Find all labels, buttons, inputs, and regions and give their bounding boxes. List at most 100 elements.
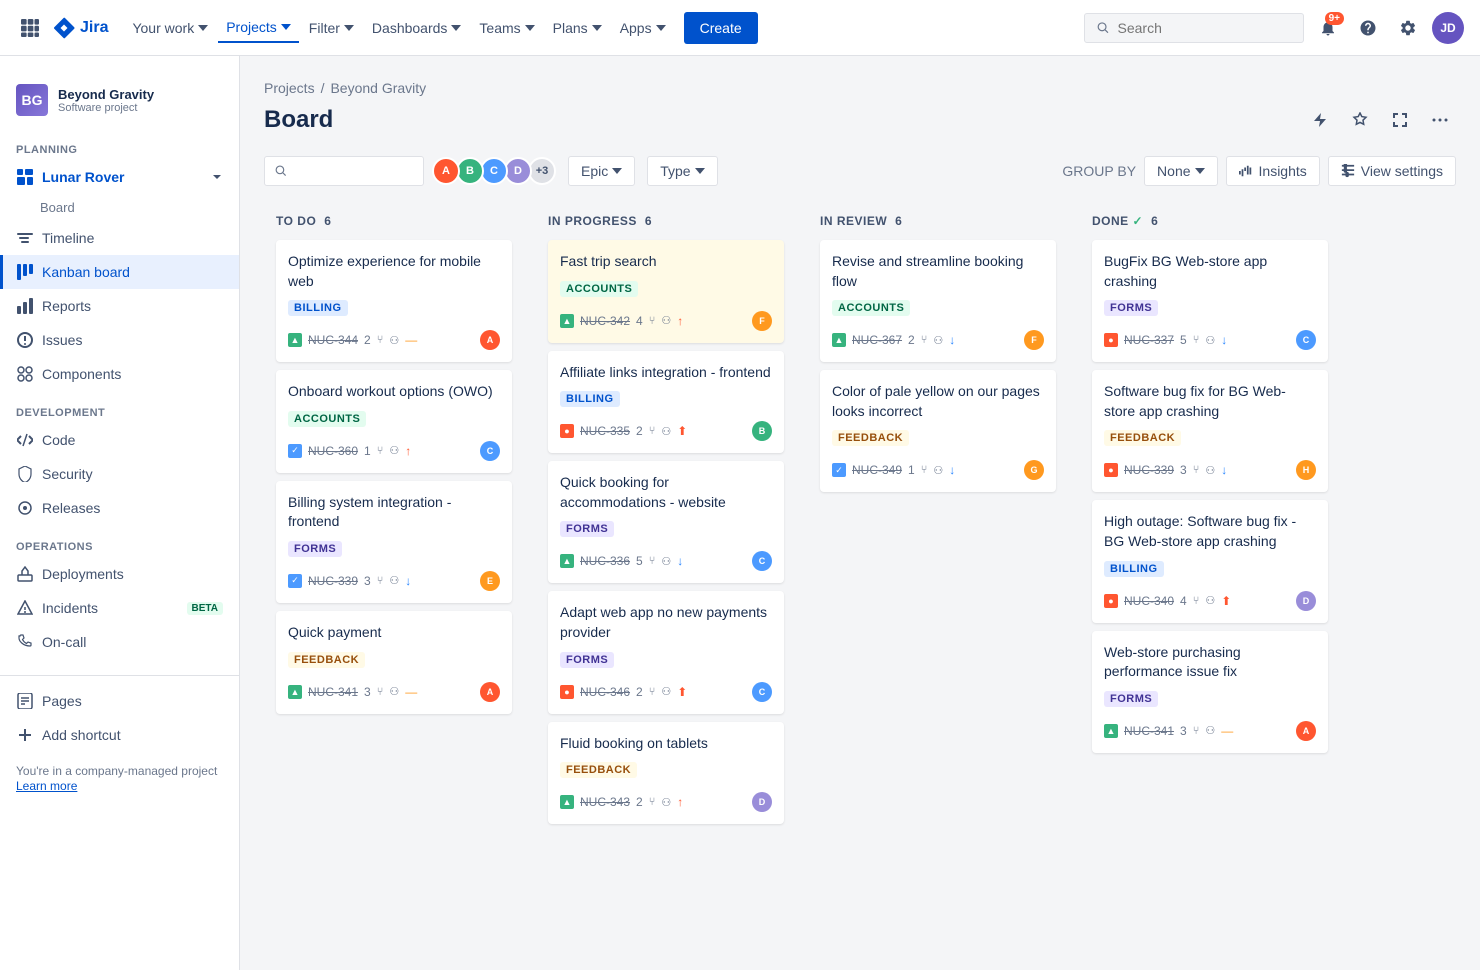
star-button[interactable]: [1344, 104, 1376, 136]
learn-more-link[interactable]: Learn more: [16, 779, 77, 793]
people-icon: ⚇: [661, 685, 671, 698]
branch-icon: ⑂: [377, 686, 384, 698]
insights-button[interactable]: Insights: [1226, 156, 1320, 186]
sidebar-project[interactable]: BG Beyond Gravity Software project: [0, 72, 239, 128]
people-icon: ⚇: [1205, 594, 1215, 607]
column-count-3: 6: [1151, 214, 1158, 228]
card-avatar: D: [752, 792, 772, 812]
nav-apps[interactable]: Apps: [612, 14, 674, 42]
type-button[interactable]: Type: [647, 156, 717, 186]
create-button[interactable]: Create: [684, 12, 758, 44]
card-3-1[interactable]: Software bug fix for BG Web-store app cr…: [1092, 370, 1328, 492]
card-0-3[interactable]: Quick payment FEEDBACK ▲ NUC-341 3 ⑂ ⚇ —…: [276, 611, 512, 714]
breadcrumb-beyond-gravity[interactable]: Beyond Gravity: [330, 80, 426, 96]
nav-plans[interactable]: Plans: [545, 14, 610, 42]
nav-dashboards[interactable]: Dashboards: [364, 14, 470, 42]
sidebar-incidents[interactable]: Incidents BETA: [0, 591, 239, 625]
sidebar-issues[interactable]: Issues: [0, 323, 239, 357]
sidebar-lunar-rover[interactable]: Lunar Rover: [0, 160, 239, 194]
help-button[interactable]: [1352, 12, 1384, 44]
card-issue-id: NUC-341: [308, 685, 358, 699]
card-0-2[interactable]: Billing system integration - frontend FO…: [276, 481, 512, 603]
sidebar-kanban[interactable]: Kanban board: [0, 255, 239, 289]
development-label: DEVELOPMENT: [0, 391, 239, 423]
avatar-3[interactable]: C: [480, 157, 508, 185]
card-1-2[interactable]: Quick booking for accommodations - websi…: [548, 461, 784, 583]
avatar-2[interactable]: B: [456, 157, 484, 185]
sidebar-timeline[interactable]: Timeline: [0, 221, 239, 255]
card-issue-id: NUC-360: [308, 444, 358, 458]
more-options-button[interactable]: [1424, 104, 1456, 136]
branch-icon: ⑂: [921, 464, 928, 476]
card-1-3[interactable]: Adapt web app no new payments provider F…: [548, 591, 784, 713]
toolbar-right: GROUP BY None Insights View settings: [1062, 156, 1456, 186]
card-footer: ▲ NUC-343 2 ⑂ ⚇ ↑ D: [560, 792, 772, 812]
card-1-0[interactable]: Fast trip search ACCOUNTS ▲ NUC-342 4 ⑂ …: [548, 240, 784, 343]
people-icon: ⚇: [1205, 334, 1215, 347]
avatar-4[interactable]: D: [504, 157, 532, 185]
settings-button[interactable]: [1392, 12, 1424, 44]
nav-filter[interactable]: Filter: [301, 14, 362, 42]
avatar-more[interactable]: +3: [528, 157, 556, 185]
card-3-3[interactable]: Web-store purchasing performance issue f…: [1092, 631, 1328, 753]
nav-your-work[interactable]: Your work: [124, 14, 216, 42]
card-avatar: F: [752, 311, 772, 331]
project-name: Beyond Gravity: [58, 87, 223, 102]
branch-icon: ⑂: [377, 575, 384, 587]
sidebar-components[interactable]: Components: [0, 357, 239, 391]
card-title: BugFix BG Web-store app crashing: [1104, 252, 1316, 291]
releases-icon: [16, 499, 34, 517]
sidebar: BG Beyond Gravity Software project PLANN…: [0, 56, 240, 970]
card-3-2[interactable]: High outage: Software bug fix - BG Web-s…: [1092, 500, 1328, 622]
card-label: FEEDBACK: [832, 430, 909, 446]
avatar-1[interactable]: A: [432, 157, 460, 185]
card-count: 2: [636, 685, 643, 699]
column-title-2: IN REVIEW: [820, 214, 887, 228]
sidebar-code[interactable]: Code: [0, 423, 239, 457]
sidebar-oncall[interactable]: On-call: [0, 625, 239, 659]
card-count: 2: [636, 424, 643, 438]
card-issue-id: NUC-341: [1124, 724, 1174, 738]
sidebar-security[interactable]: Security: [0, 457, 239, 491]
sidebar-pages[interactable]: Pages: [0, 684, 239, 718]
grid-icon[interactable]: [16, 14, 44, 42]
sidebar-add-shortcut[interactable]: Add shortcut: [0, 718, 239, 752]
page-header: Board: [264, 104, 1456, 136]
nav-teams[interactable]: Teams: [471, 14, 542, 42]
sidebar-releases[interactable]: Releases: [0, 491, 239, 525]
card-2-0[interactable]: Revise and streamline booking flow ACCOU…: [820, 240, 1056, 362]
card-0-1[interactable]: Onboard workout options (OWO) ACCOUNTS ✓…: [276, 370, 512, 473]
view-settings-button[interactable]: View settings: [1328, 156, 1456, 186]
jira-logo[interactable]: Jira: [52, 16, 108, 40]
breadcrumb-projects[interactable]: Projects: [264, 80, 315, 96]
board-search-input[interactable]: [293, 163, 413, 179]
card-2-1[interactable]: Color of pale yellow on our pages looks …: [820, 370, 1056, 492]
card-issue-id: NUC-337: [1124, 333, 1174, 347]
notifications-button[interactable]: 9+: [1312, 12, 1344, 44]
column-count-1: 6: [645, 214, 652, 228]
card-count: 3: [1180, 463, 1187, 477]
sidebar-reports[interactable]: Reports: [0, 289, 239, 323]
sidebar-deployments[interactable]: Deployments: [0, 557, 239, 591]
search-box[interactable]: [1084, 13, 1304, 43]
board-search-box[interactable]: [264, 156, 424, 186]
epic-button[interactable]: Epic: [568, 156, 635, 186]
search-input[interactable]: [1118, 20, 1291, 36]
group-by-none-button[interactable]: None: [1144, 156, 1217, 186]
people-icon: ⚇: [661, 555, 671, 568]
timeline-label: Timeline: [42, 230, 94, 246]
card-0-0[interactable]: Optimize experience for mobile web BILLI…: [276, 240, 512, 362]
nav-projects[interactable]: Projects: [218, 13, 299, 43]
user-avatar[interactable]: JD: [1432, 12, 1464, 44]
card-3-0[interactable]: BugFix BG Web-store app crashing FORMS ●…: [1092, 240, 1328, 362]
lightning-button[interactable]: [1304, 104, 1336, 136]
issues-icon: [16, 331, 34, 349]
card-1-1[interactable]: Affiliate links integration - frontend B…: [548, 351, 784, 454]
deployments-label: Deployments: [42, 566, 124, 582]
releases-label: Releases: [42, 500, 100, 516]
card-1-4[interactable]: Fluid booking on tablets FEEDBACK ▲ NUC-…: [548, 722, 784, 825]
branch-icon: ⑂: [1193, 725, 1200, 737]
card-title: Fluid booking on tablets: [560, 734, 772, 754]
project-type: Software project: [58, 102, 223, 114]
expand-button[interactable]: [1384, 104, 1416, 136]
